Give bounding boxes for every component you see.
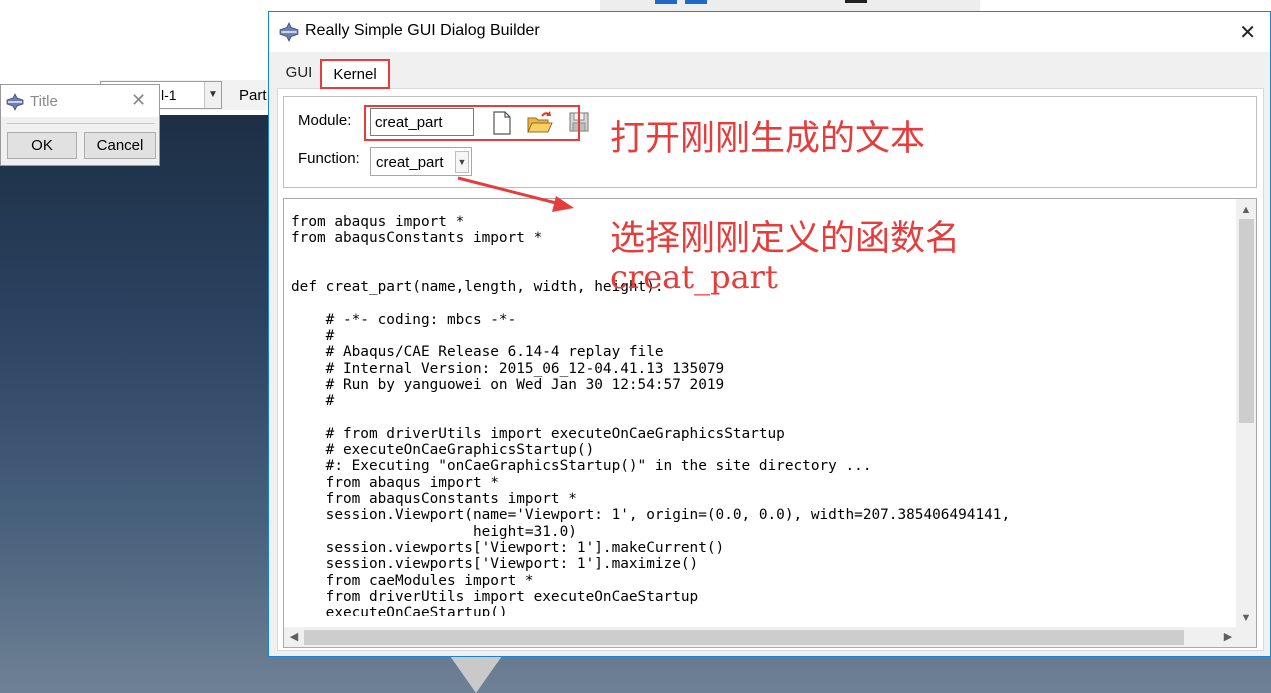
close-icon[interactable]: ✕ xyxy=(131,90,146,111)
function-select-value: creat_part xyxy=(376,154,444,171)
scroll-left-icon[interactable]: ◀ xyxy=(284,627,304,647)
kernel-tab-panel: Module: Function: creat_part ▼ xyxy=(277,88,1264,651)
module-label: Module: xyxy=(298,112,352,129)
tab-gui[interactable]: GUI xyxy=(279,59,319,89)
code-line: #: Executing "onCaeGraphicsStartup()" in… xyxy=(291,458,872,475)
cancel-button[interactable]: Cancel xyxy=(84,132,156,159)
chevron-down-icon[interactable]: ▼ xyxy=(455,151,469,173)
title-dialog-title: Title xyxy=(30,93,58,110)
gui-builder-dialog: Really Simple GUI Dialog Builder ✕ GUI K… xyxy=(268,11,1271,657)
abaqus-app-icon xyxy=(6,93,24,114)
abaqus-app-icon xyxy=(279,22,299,45)
toolbar-button-fragment xyxy=(845,0,867,3)
code-line: height=31.0) xyxy=(291,523,577,540)
scrollbar-thumb[interactable] xyxy=(1239,219,1254,423)
code-line: session.viewports['Viewport: 1'].maximiz… xyxy=(291,556,699,573)
annotation-select-function: 选择刚刚定义的函数名 xyxy=(610,219,961,259)
code-line: executeOnCaeStartup() xyxy=(291,605,508,616)
scroll-right-icon[interactable]: ▶ xyxy=(1218,627,1238,647)
code-line: # xyxy=(291,393,335,410)
scrollbar-thumb[interactable] xyxy=(304,630,1184,645)
save-icon[interactable] xyxy=(567,110,593,136)
tab-kernel[interactable]: Kernel xyxy=(320,59,390,89)
code-line: session.Viewport(name='Viewport: 1', ori… xyxy=(291,507,1011,524)
code-line: from caeModules import * xyxy=(291,572,534,589)
code-line: # xyxy=(291,328,335,345)
code-line: # from driverUtils import executeOnCaeGr… xyxy=(291,425,785,442)
annotation-function-name: creat_part xyxy=(610,258,778,296)
toolbar-button-fragment xyxy=(655,0,677,4)
chevron-down-icon[interactable]: ▼ xyxy=(204,82,221,108)
close-icon[interactable]: ✕ xyxy=(1239,20,1256,45)
annotation-open-file: 打开刚刚生成的文本 xyxy=(610,119,926,159)
dialog-title: Really Simple GUI Dialog Builder xyxy=(305,22,540,39)
open-folder-icon[interactable] xyxy=(526,110,553,136)
new-file-icon[interactable] xyxy=(489,110,515,136)
horizontal-scrollbar[interactable]: ◀ ▶ xyxy=(284,627,1256,647)
part-label: Part xyxy=(239,87,267,104)
title-dialog: Title ✕ OK Cancel xyxy=(0,84,160,166)
code-line: # -*- coding: mbcs -*- xyxy=(291,311,517,328)
scroll-down-icon[interactable]: ▼ xyxy=(1236,609,1256,627)
code-line: from abaqus import * xyxy=(291,474,499,491)
code-line: from abaqusConstants import * xyxy=(291,491,577,508)
module-input[interactable] xyxy=(370,108,474,136)
code-line: # Abaqus/CAE Release 6.14-4 replay file xyxy=(291,344,664,361)
ok-button[interactable]: OK xyxy=(7,132,77,159)
vertical-scrollbar[interactable]: ▲ ▼ xyxy=(1236,199,1256,627)
function-select[interactable]: creat_part ▼ xyxy=(370,147,472,176)
title-dialog-titlebar[interactable]: Title ✕ xyxy=(1,85,159,117)
code-line: # executeOnCaeGraphicsStartup() xyxy=(291,442,595,459)
code-line: # Run by yanguowei on Wed Jan 30 12:54:5… xyxy=(291,376,725,393)
function-label: Function: xyxy=(298,150,360,167)
dialog-titlebar[interactable]: Really Simple GUI Dialog Builder ✕ xyxy=(269,12,1270,52)
toolbar-button-fragment xyxy=(685,0,707,4)
viewport-part-shape xyxy=(450,656,502,693)
code-line: session.viewports['Viewport: 1'].makeCur… xyxy=(291,539,725,556)
scroll-up-icon[interactable]: ▲ xyxy=(1236,201,1256,219)
code-line: from driverUtils import executeOnCaeStar… xyxy=(291,588,699,605)
model-combo-value: l-1 xyxy=(161,87,177,103)
code-line: # Internal Version: 2015_06_12-04.41.13 … xyxy=(291,360,725,377)
divider xyxy=(7,123,155,124)
